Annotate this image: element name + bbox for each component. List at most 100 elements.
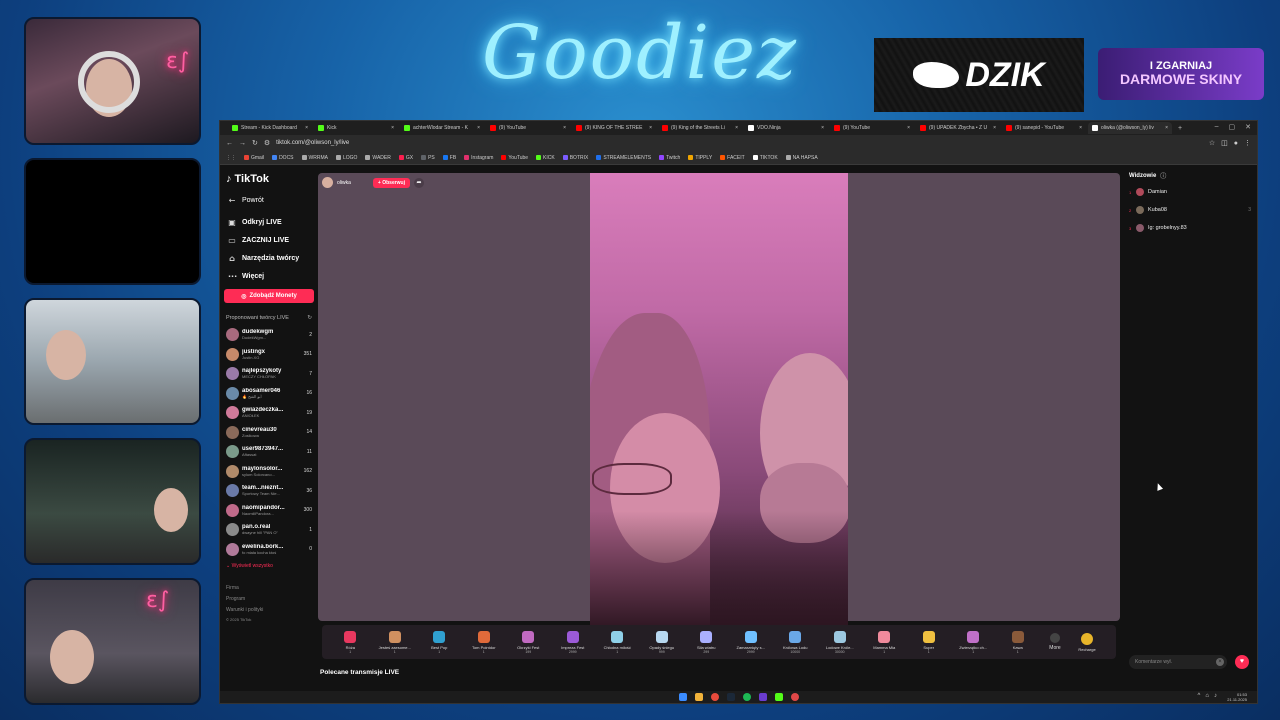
browser-tab[interactable]: (9) sanepid - YouTube × xyxy=(1002,122,1086,134)
share-icon[interactable]: ➦ xyxy=(414,177,424,188)
viewer-row[interactable]: 3 Ig: grobelnyy.83 xyxy=(1129,220,1251,236)
browser-tab[interactable]: (9) KING OF THE STREE × xyxy=(572,122,656,134)
bookmark-item[interactable]: Gmail xyxy=(244,155,264,161)
gift-item[interactable]: Opady śniegu 999 xyxy=(640,630,685,654)
bookmark-star-icon[interactable]: ☆ xyxy=(1209,139,1215,147)
suggested-creator[interactable]: dudekwgm DudekWgm... 2 xyxy=(224,325,314,345)
nav-start-live[interactable]: ▭ ZACZNIJ LIVE xyxy=(224,231,314,249)
spotify-icon[interactable] xyxy=(742,693,751,701)
browser-tab[interactable]: (9) UPADEK Zbycha • Z U × xyxy=(916,122,1000,134)
gift-item[interactable]: Zwierzątko ch... 1 xyxy=(951,630,996,654)
gift-item[interactable]: Tom Pointdor 1 xyxy=(462,630,507,654)
gift-item[interactable]: Królowa Lodu 10000 xyxy=(773,630,818,654)
url-field[interactable]: tiktok.com/@oliwson_ly/live xyxy=(276,140,1203,146)
tab-close-icon[interactable]: × xyxy=(907,125,910,131)
bookmark-item[interactable]: GX xyxy=(398,155,413,161)
bookmark-item[interactable]: KICK xyxy=(536,155,555,161)
close-icon[interactable]: × xyxy=(1216,658,1224,666)
streamer-avatar[interactable] xyxy=(322,177,333,188)
tab-close-icon[interactable]: × xyxy=(993,125,996,131)
new-tab-button[interactable]: + xyxy=(1178,125,1182,132)
tab-close-icon[interactable]: × xyxy=(477,125,480,131)
footer-link-program[interactable]: Program xyxy=(224,594,314,605)
gift-item[interactable]: Chłodna miłość 1 xyxy=(595,630,640,654)
suggested-creator[interactable]: maylonsolor... sylum Solorcano... 162 xyxy=(224,462,314,482)
bookmark-item[interactable]: Instagram xyxy=(464,155,493,161)
suggested-creator[interactable]: gwiazdeczka... ANIOŁEK 19 xyxy=(224,403,314,423)
browser-tab[interactable]: (9) YouTube × xyxy=(830,122,914,134)
bookmark-item[interactable]: TIPPLY xyxy=(688,155,712,161)
bookmark-item[interactable]: WADER xyxy=(365,155,391,161)
kick-icon[interactable] xyxy=(774,693,783,701)
suggested-creator[interactable]: abosamer046 🔥 أبو الفتح 16 xyxy=(224,384,314,404)
chrome-icon[interactable] xyxy=(710,693,719,701)
bookmark-item[interactable]: DOCS xyxy=(272,155,294,161)
obs-icon[interactable] xyxy=(790,693,799,701)
browser-tab[interactable]: (9) YouTube × xyxy=(486,122,570,134)
tab-close-icon[interactable]: × xyxy=(391,125,394,131)
nav-more[interactable]: ··· Więcej xyxy=(224,267,314,285)
bookmark-item[interactable]: PS xyxy=(421,155,435,161)
site-info-icon[interactable]: ⚙ xyxy=(264,139,270,147)
browser-tab[interactable]: (9) King of the Streets Li × xyxy=(658,122,742,134)
suggested-creator[interactable]: naomipandor... NaomiliPandora... 300 xyxy=(224,501,314,521)
chevron-up-icon[interactable]: ^ xyxy=(1198,693,1201,699)
browser-tab[interactable]: Kick × xyxy=(314,122,398,134)
info-icon[interactable]: ⓘ xyxy=(1160,171,1166,180)
tab-close-icon[interactable]: × xyxy=(821,125,824,131)
menu-icon[interactable]: ⋮ xyxy=(1244,139,1251,147)
suggested-creator[interactable]: pan.o.real dwayne hill "PAN O" 1 xyxy=(224,520,314,540)
gift-item[interactable]: Super 1 xyxy=(907,630,952,654)
bookmark-item[interactable]: STREAMELEMENTS xyxy=(596,155,651,161)
refresh-icon[interactable]: ↻ xyxy=(307,315,312,321)
tab-close-icon[interactable]: × xyxy=(1079,125,1082,131)
browser-tab[interactable]: achterWlodar Stream - K × xyxy=(400,122,484,134)
browser-tab[interactable]: VDO.Ninja × xyxy=(744,122,828,134)
bookmark-item[interactable]: FACEIT xyxy=(720,155,745,161)
suggested-creator[interactable]: user9873947... Aftassat 11 xyxy=(224,442,314,462)
gift-item[interactable]: Siła wiatru 299 xyxy=(684,630,729,654)
like-heart-button[interactable]: ♥ xyxy=(1235,655,1249,669)
suggested-creator[interactable]: team...nieznt... Sportowy Team Nie... 36 xyxy=(224,481,314,501)
viewer-row[interactable]: 2 Kuba08 3 xyxy=(1129,202,1251,218)
bookmark-item[interactable]: BOTRIX xyxy=(562,155,588,161)
tab-close-icon[interactable]: × xyxy=(1165,125,1168,131)
clock[interactable]: 01:53 21.11.2025 xyxy=(1227,692,1247,702)
bookmark-item[interactable]: Twitch xyxy=(659,155,680,161)
close-window-button[interactable]: ✕ xyxy=(1245,123,1251,131)
profile-icon[interactable]: ● xyxy=(1234,140,1238,147)
tab-close-icon[interactable]: × xyxy=(563,125,566,131)
browser-tab[interactable]: oliwka (@oliwson_ly) liv × xyxy=(1088,122,1172,134)
footer-link-terms[interactable]: Warunki i polityki xyxy=(224,605,314,616)
extensions-icon[interactable]: ◫ xyxy=(1221,139,1228,147)
gift-item[interactable]: Mamma Mia 1 xyxy=(862,630,907,654)
maximize-button[interactable]: ▢ xyxy=(1229,123,1236,131)
gift-item[interactable]: Zamarznięty s... 2999 xyxy=(729,630,774,654)
steam-icon[interactable] xyxy=(726,693,735,701)
volume-icon[interactable]: ♪ xyxy=(1214,693,1217,699)
tab-close-icon[interactable]: × xyxy=(649,125,652,131)
tab-close-icon[interactable]: × xyxy=(305,125,308,131)
suggested-creator[interactable]: justingx Justin.XG 351 xyxy=(224,345,314,365)
tab-close-icon[interactable]: × xyxy=(735,125,738,131)
live-video[interactable] xyxy=(590,173,848,631)
comment-input[interactable]: Komentarze wył. × xyxy=(1129,655,1227,669)
suggested-creator[interactable]: najlepszykoty MECZY CHŁOPAK 7 xyxy=(224,364,314,384)
forward-arrow-icon[interactable]: → xyxy=(239,140,246,147)
suggested-creator[interactable]: ewelina.bork... fo miała kocha ktoś 0 xyxy=(224,540,314,560)
suggested-creator[interactable]: cinevreau30 Zosikowa 14 xyxy=(224,423,314,443)
gift-item[interactable]: Lodowe Króle... 30000 xyxy=(818,630,863,654)
gift-item[interactable]: Jesteś zaesome... 1 xyxy=(373,630,418,654)
bookmark-item[interactable]: LOGO xyxy=(335,155,357,161)
gift-item[interactable]: Okrzyki Fest 199 xyxy=(506,630,551,654)
get-coins-button[interactable]: ◎ Zdobądź Monety xyxy=(224,289,314,303)
gift-item[interactable]: Impreza Fest 2999 xyxy=(551,630,596,654)
gift-item[interactable]: Best Pop 1 xyxy=(417,630,462,654)
follow-button[interactable]: + Obserwuj xyxy=(372,177,410,188)
see-all-link[interactable]: ⌄ Wyświetl wszystko xyxy=(226,563,312,569)
reload-icon[interactable]: ↻ xyxy=(252,139,258,147)
bookmark-item[interactable]: WRRMA xyxy=(301,155,328,161)
minimize-button[interactable]: – xyxy=(1215,123,1219,131)
bookmark-item[interactable]: YouTube xyxy=(501,155,528,161)
more-gifts-button[interactable]: More xyxy=(1040,633,1070,651)
